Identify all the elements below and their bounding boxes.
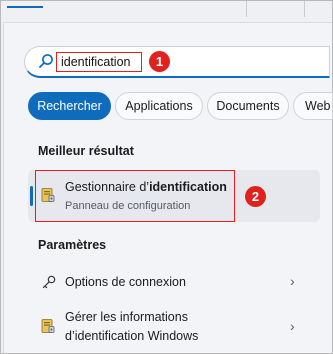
search-input[interactable]	[56, 52, 142, 72]
tab-applications[interactable]: Applications	[115, 92, 203, 120]
best-match-heading: Meilleur résultat	[38, 144, 134, 158]
step-badge-1: 1	[149, 51, 170, 72]
settings-item-label-line1: Gérer les informations	[65, 310, 188, 324]
search-icon	[39, 54, 53, 68]
settings-item-label: Options de connexion	[65, 275, 186, 289]
divider	[304, 1, 305, 17]
settings-heading: Paramètres	[38, 238, 107, 252]
top-accent-line	[7, 6, 43, 8]
annotation-box-2	[35, 170, 235, 222]
divider	[246, 1, 247, 17]
settings-item-label-line2: d’identification Windows	[65, 329, 199, 343]
tab-web[interactable]: Web	[293, 92, 333, 120]
tab-rechercher[interactable]: Rechercher	[28, 92, 111, 120]
step-badge-2: 2	[245, 186, 266, 207]
key-icon	[42, 275, 56, 289]
credential-manager-icon	[41, 319, 55, 333]
chevron-right-icon: ›	[290, 318, 295, 334]
tab-documents[interactable]: Documents	[207, 92, 289, 120]
chevron-right-icon: ›	[290, 273, 295, 289]
selection-indicator	[30, 186, 33, 206]
